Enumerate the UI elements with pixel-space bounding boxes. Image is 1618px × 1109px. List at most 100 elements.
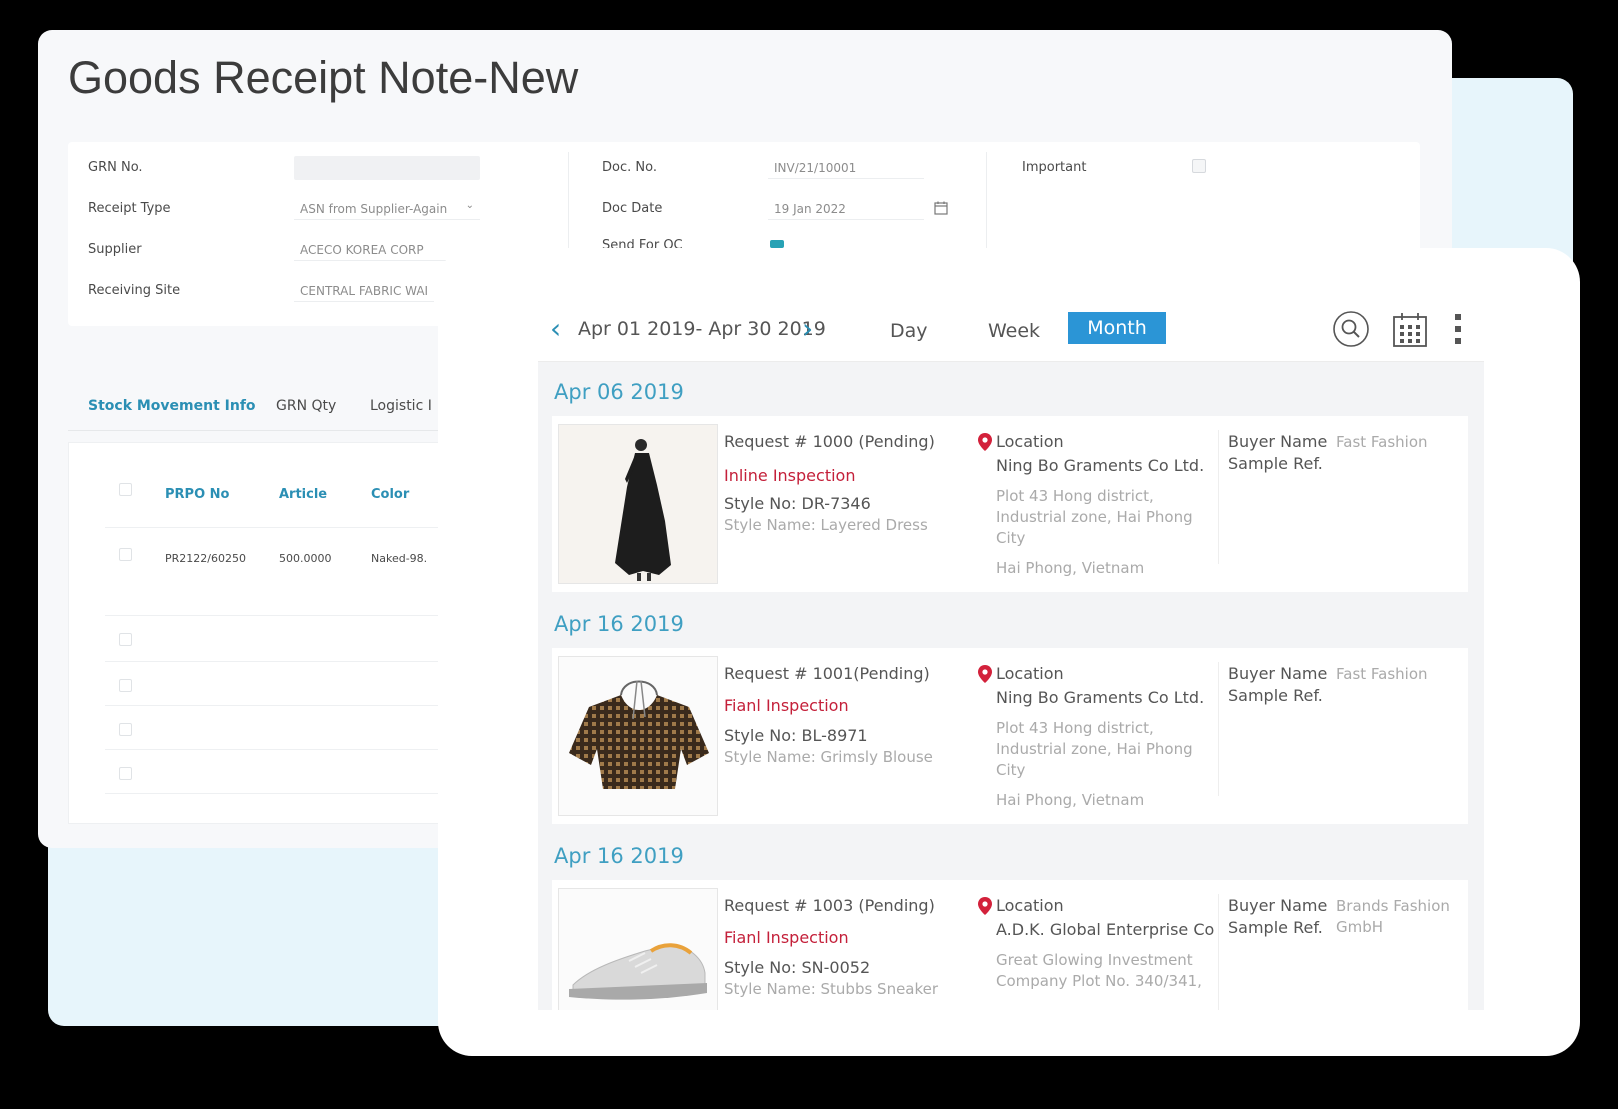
- supplier-value: ACECO KOREA CORP: [300, 243, 424, 257]
- send-for-qc-label: Send For QC: [602, 238, 683, 248]
- row-divider: [105, 527, 489, 528]
- doc-no-input[interactable]: INV/21/10001: [768, 155, 924, 179]
- calendar-icon[interactable]: [934, 201, 948, 215]
- important-label: Important: [1022, 160, 1087, 175]
- row-divider: [105, 793, 489, 794]
- buyer-name-label: Buyer Name: [1228, 896, 1328, 915]
- location-company: Ning Bo Graments Co Ltd.: [996, 456, 1205, 475]
- tab-grn-qty[interactable]: GRN Qty: [276, 398, 336, 414]
- page-title: Goods Receipt Note-New: [68, 52, 579, 103]
- receiving-site-label: Receiving Site: [88, 283, 181, 298]
- location-address: Plot 43 Hong district, Industrial zone, …: [996, 487, 1193, 547]
- grn-no-label: GRN No.: [88, 160, 143, 175]
- date-header: Apr 16 2019: [554, 612, 684, 636]
- doc-date-label: Doc Date: [602, 201, 663, 216]
- grn-no-input[interactable]: [294, 156, 480, 180]
- tab-logistic[interactable]: Logistic I: [370, 398, 432, 414]
- location-pin-icon: [978, 665, 992, 683]
- tabs-divider: [68, 430, 488, 431]
- inspection-type: Fianl Inspection: [724, 696, 849, 715]
- tab-stock-movement-info[interactable]: Stock Movement Info: [88, 398, 256, 414]
- doc-date-input[interactable]: 19 Jan 2022: [768, 196, 948, 220]
- request-number: Request # 1003 (Pending): [724, 896, 935, 915]
- more-vertical-icon[interactable]: [1454, 312, 1462, 346]
- buyer-name-value: Fast Fashion: [1336, 665, 1428, 683]
- row-checkbox[interactable]: [119, 679, 132, 692]
- column-header-prpo-no[interactable]: PRPO No: [165, 487, 229, 502]
- location-company: Ning Bo Graments Co Ltd.: [996, 688, 1205, 707]
- location-city: Hai Phong, Vietnam: [996, 791, 1145, 809]
- location-label: Location: [996, 432, 1064, 451]
- buyer-name-label: Buyer Name: [1228, 664, 1328, 683]
- important-checkbox[interactable]: [1192, 159, 1206, 173]
- product-image-dress: [558, 424, 718, 584]
- row-divider: [105, 749, 489, 750]
- style-number: Style No: SN-0052: [724, 958, 871, 977]
- inspection-type: Inline Inspection: [724, 466, 856, 485]
- sample-ref-label: Sample Ref.: [1228, 686, 1323, 705]
- row-checkbox[interactable]: [119, 633, 132, 646]
- doc-date-value: 19 Jan 2022: [774, 202, 846, 216]
- card-divider: [1218, 662, 1219, 796]
- calendar-grid-icon[interactable]: [1392, 312, 1428, 348]
- style-name: Style Name: Layered Dress: [724, 516, 928, 534]
- stock-movement-table: PRPO No Article Color PR2122/60250 500.0…: [68, 442, 489, 824]
- column-header-article[interactable]: Article: [279, 487, 327, 502]
- inspection-card[interactable]: Request # 1001(Pending) Fianl Inspection…: [552, 648, 1468, 824]
- row-divider: [105, 615, 489, 616]
- chevron-left-icon[interactable]: ‹: [550, 314, 561, 344]
- supplier-label: Supplier: [88, 242, 142, 257]
- request-number: Request # 1000 (Pending): [724, 432, 935, 451]
- receipt-type-select[interactable]: ASN from Supplier-Again ⌄: [294, 196, 480, 220]
- location-city: Hai Phong, Vietnam: [996, 559, 1145, 577]
- buyer-name-value: Fast Fashion: [1336, 433, 1428, 451]
- sample-ref-label: Sample Ref.: [1228, 454, 1323, 473]
- date-range-label: Apr 01 2019- Apr 30 2019: [578, 318, 826, 340]
- search-icon[interactable]: [1332, 310, 1370, 348]
- row-divider: [105, 661, 489, 662]
- product-image-blouse: [558, 656, 718, 816]
- doc-no-value: INV/21/10001: [774, 161, 857, 175]
- row-checkbox[interactable]: [119, 723, 132, 736]
- inspection-calendar-window: ‹ Apr 01 2019- Apr 30 2019 › Day Week Mo…: [438, 248, 1580, 1056]
- style-number: Style No: BL-8971: [724, 726, 868, 745]
- location-pin-icon: [978, 433, 992, 451]
- chevron-right-icon[interactable]: ›: [802, 314, 813, 344]
- cell-prpo-no: PR2122/60250: [165, 552, 246, 565]
- location-label: Location: [996, 664, 1064, 683]
- location-pin-icon: [978, 897, 992, 915]
- request-number: Request # 1001(Pending): [724, 664, 930, 683]
- location-address: Plot 43 Hong district, Industrial zone, …: [996, 719, 1193, 779]
- view-week-button[interactable]: Week: [988, 320, 1040, 342]
- select-all-checkbox[interactable]: [119, 483, 132, 496]
- chevron-down-icon: ⌄: [465, 200, 474, 211]
- style-number: Style No: DR-7346: [724, 494, 871, 513]
- location-company: A.D.K. Global Enterprise Co...: [996, 920, 1214, 939]
- inspection-card[interactable]: Request # 1003 (Pending) Fianl Inspectio…: [552, 880, 1468, 1010]
- cell-article: 500.0000: [279, 552, 332, 565]
- date-header: Apr 06 2019: [554, 380, 684, 404]
- inspection-type: Fianl Inspection: [724, 928, 849, 947]
- sample-ref-label: Sample Ref.: [1228, 918, 1323, 937]
- view-month-button[interactable]: Month: [1068, 312, 1166, 344]
- row-checkbox[interactable]: [119, 548, 132, 561]
- receiving-site-input[interactable]: CENTRAL FABRIC WAI: [294, 278, 434, 302]
- receipt-type-label: Receipt Type: [88, 201, 171, 216]
- card-divider: [1218, 430, 1219, 564]
- date-header: Apr 16 2019: [554, 844, 684, 868]
- receipt-type-value: ASN from Supplier-Again: [300, 202, 448, 216]
- style-name: Style Name: Stubbs Sneaker: [724, 980, 939, 998]
- location-label: Location: [996, 896, 1064, 915]
- cell-color: Naked-98.: [371, 552, 428, 565]
- style-name: Style Name: Grimsly Blouse: [724, 748, 933, 766]
- column-header-color[interactable]: Color: [371, 487, 409, 502]
- card-divider: [1218, 894, 1219, 1010]
- receiving-site-value: CENTRAL FABRIC WAI: [300, 284, 429, 298]
- doc-no-label: Doc. No.: [602, 160, 657, 175]
- buyer-name-value: Brands Fashion GmbH: [1336, 897, 1450, 936]
- inspection-card[interactable]: Request # 1000 (Pending) Inline Inspecti…: [552, 416, 1468, 592]
- send-for-qc-checkbox[interactable]: [770, 240, 784, 248]
- row-divider: [105, 705, 489, 706]
- view-day-button[interactable]: Day: [890, 320, 928, 342]
- row-checkbox[interactable]: [119, 767, 132, 780]
